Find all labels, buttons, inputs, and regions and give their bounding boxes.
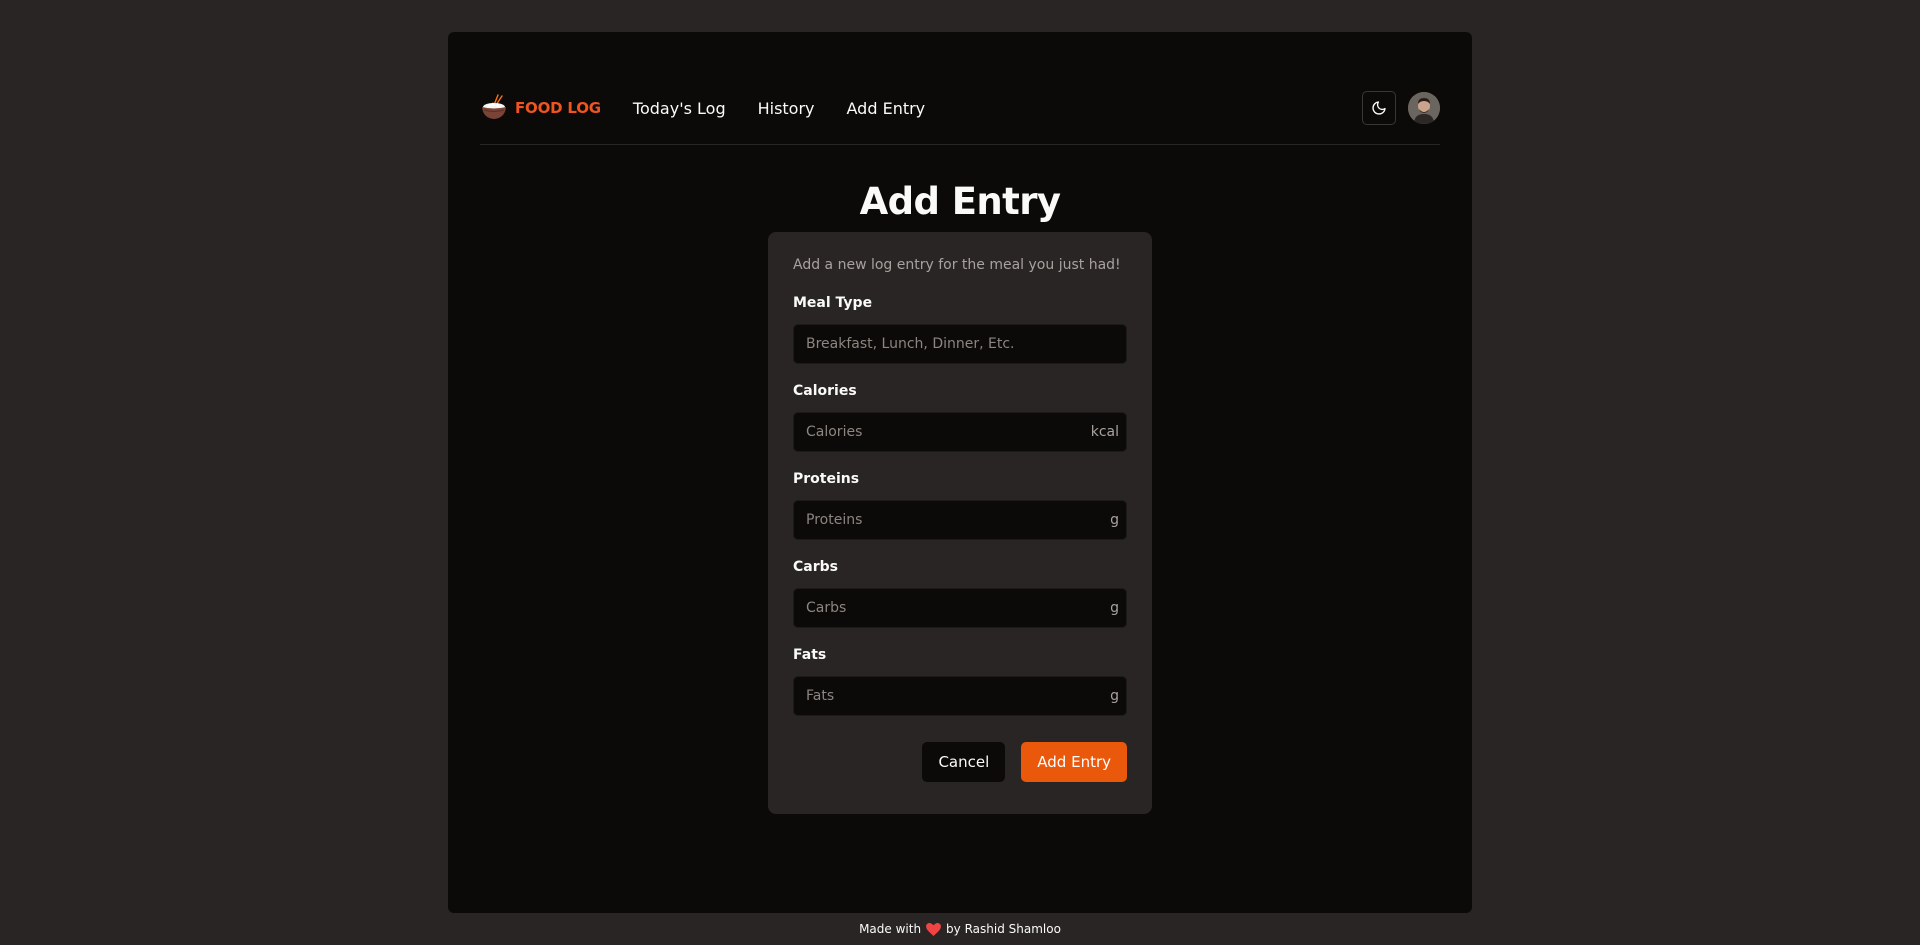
proteins-field-group: Proteins g: [793, 470, 1127, 540]
nav-link-history[interactable]: History: [758, 99, 815, 118]
carbs-label: Carbs: [793, 559, 838, 575]
meal-type-field-group: Meal Type: [793, 294, 1127, 364]
proteins-input[interactable]: [793, 500, 1127, 540]
navbar: FOOD LOG Today's Log History Add Entry: [480, 72, 1440, 145]
heart-icon: [926, 922, 941, 936]
user-avatar[interactable]: [1408, 92, 1440, 124]
nav-link-todays-log[interactable]: Today's Log: [633, 99, 726, 118]
carbs-field-group: Carbs g: [793, 558, 1127, 628]
nav-actions: [1362, 91, 1440, 125]
rice-bowl-icon: [482, 94, 506, 119]
brand-logo[interactable]: FOOD LOG: [480, 93, 601, 123]
footer: Made with by Rashid Shamloo: [0, 922, 1920, 936]
meal-type-input[interactable]: [793, 324, 1127, 364]
calories-input-wrap: kcal: [793, 412, 1127, 452]
fats-input[interactable]: [793, 676, 1127, 716]
proteins-label: Proteins: [793, 471, 860, 487]
calories-input[interactable]: [793, 412, 1127, 452]
proteins-input-wrap: g: [793, 500, 1127, 540]
carbs-input-wrap: g: [793, 588, 1127, 628]
brand-name: FOOD LOG: [515, 99, 601, 117]
form-description: Add a new log entry for the meal you jus…: [793, 257, 1121, 273]
fats-input-wrap: g: [793, 676, 1127, 716]
carbs-input[interactable]: [793, 588, 1127, 628]
add-entry-button[interactable]: Add Entry: [1021, 742, 1127, 782]
calories-label: Calories: [793, 383, 857, 399]
add-entry-form-card: Add a new log entry for the meal you jus…: [768, 232, 1152, 814]
user-avatar-image: [1408, 92, 1440, 124]
fats-label: Fats: [793, 647, 827, 663]
cancel-button[interactable]: Cancel: [922, 742, 1006, 782]
calories-field-group: Calories kcal: [793, 382, 1127, 452]
footer-author: by Rashid Shamloo: [946, 922, 1061, 936]
theme-toggle-button[interactable]: [1362, 91, 1396, 125]
page-title: Add Entry: [859, 180, 1061, 223]
nav-link-add-entry[interactable]: Add Entry: [847, 99, 926, 118]
form-actions: Cancel Add Entry: [793, 742, 1127, 782]
fats-field-group: Fats g: [793, 646, 1127, 716]
moon-icon: [1372, 101, 1386, 115]
meal-type-label: Meal Type: [793, 295, 873, 311]
app-container: FOOD LOG Today's Log History Add Entry A…: [448, 32, 1472, 913]
footer-prefix: Made with: [859, 922, 922, 936]
meal-type-input-wrap: [793, 324, 1127, 364]
